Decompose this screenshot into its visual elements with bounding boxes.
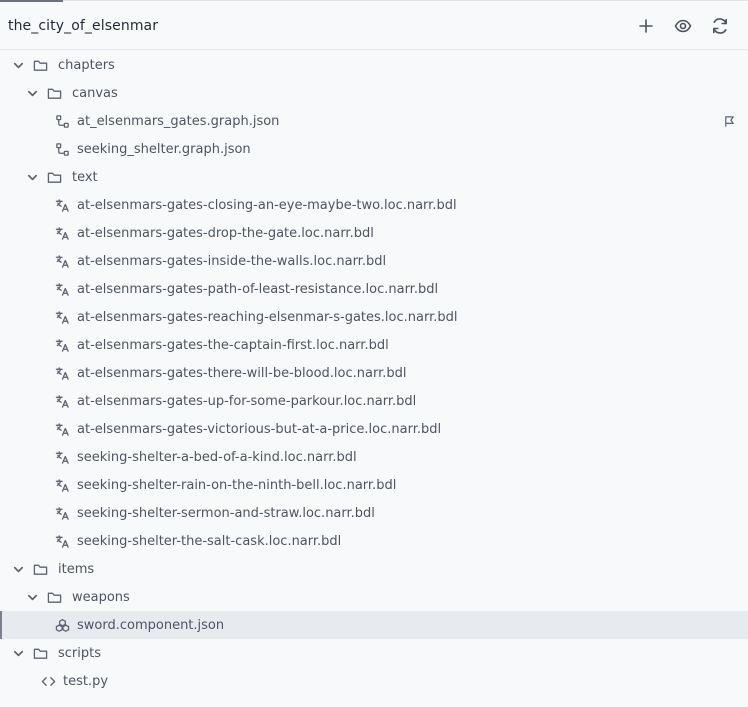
file-row[interactable]: at-elsenmars-gates-drop-the-gate.loc.nar… [0, 219, 748, 247]
chevron-down-icon[interactable] [24, 169, 40, 185]
file-label: at-elsenmars-gates-drop-the-gate.loc.nar… [77, 225, 374, 241]
file-row[interactable]: seeking-shelter-the-salt-cask.loc.narr.b… [0, 527, 748, 555]
translate-icon [54, 449, 70, 465]
file-label: at-elsenmars-gates-reaching-elsenmar-s-g… [77, 309, 458, 325]
file-row[interactable]: at-elsenmars-gates-path-of-least-resista… [0, 275, 748, 303]
folder-icon [46, 85, 62, 101]
translate-icon [54, 421, 70, 437]
file-label: test.py [63, 673, 109, 689]
file-label: seeking-shelter-sermon-and-straw.loc.nar… [77, 505, 375, 521]
file-label: at-elsenmars-gates-path-of-least-resista… [77, 281, 439, 297]
add-button[interactable] [633, 13, 658, 38]
translate-icon [54, 197, 70, 213]
plus-icon [638, 18, 653, 33]
folder-icon [32, 561, 48, 577]
project-title: the_city_of_elsenmar [8, 17, 159, 34]
file-label: at-elsenmars-gates-there-will-be-blood.l… [77, 365, 407, 381]
file-label: seeking-shelter-the-salt-cask.loc.narr.b… [77, 533, 342, 549]
folder-label: text [72, 169, 98, 185]
folder-icon [32, 57, 48, 73]
file-row[interactable]: at-elsenmars-gates-reaching-elsenmar-s-g… [0, 303, 748, 331]
top-border [0, 0, 748, 1]
graph-icon [54, 113, 70, 129]
file-label: at-elsenmars-gates-the-captain-first.loc… [77, 337, 389, 353]
chevron-down-icon[interactable] [24, 85, 40, 101]
translate-icon [54, 393, 70, 409]
chevron-down-icon[interactable] [10, 57, 26, 73]
translate-icon [54, 253, 70, 269]
translate-icon [54, 337, 70, 353]
translate-icon [54, 477, 70, 493]
file-label: at-elsenmars-gates-inside-the-walls.loc.… [77, 253, 387, 269]
file-row[interactable]: at-elsenmars-gates-closing-an-eye-maybe-… [0, 191, 748, 219]
file-label: at-elsenmars-gates-closing-an-eye-maybe-… [77, 197, 457, 213]
folder-icon [32, 645, 48, 661]
file-test-py[interactable]: test.py [0, 667, 748, 695]
file-row[interactable]: at-elsenmars-gates-inside-the-walls.loc.… [0, 247, 748, 275]
translate-icon [54, 281, 70, 297]
translate-icon [54, 309, 70, 325]
file-row[interactable]: seeking-shelter-rain-on-the-ninth-bell.l… [0, 471, 748, 499]
refresh-icon [712, 17, 727, 34]
translate-icon [54, 505, 70, 521]
code-icon [40, 673, 56, 689]
folder-icon [46, 169, 62, 185]
file-tree: chapters canvas at_elsenmars_gates.graph… [0, 51, 748, 695]
file-row[interactable]: at-elsenmars-gates-up-for-some-parkour.l… [0, 387, 748, 415]
chevron-down-icon[interactable] [10, 561, 26, 577]
file-label: seeking-shelter-rain-on-the-ninth-bell.l… [77, 477, 397, 493]
file-sword-component[interactable]: sword.component.json [0, 611, 748, 639]
translate-icon [54, 225, 70, 241]
folder-items[interactable]: items [0, 555, 748, 583]
eye-icon [674, 19, 691, 32]
folder-weapons[interactable]: weapons [0, 583, 748, 611]
run-flag-icon[interactable] [721, 113, 737, 129]
folder-canvas[interactable]: canvas [0, 79, 748, 107]
file-row[interactable]: at-elsenmars-gates-victorious-but-at-a-p… [0, 415, 748, 443]
file-row[interactable]: seeking-shelter-sermon-and-straw.loc.nar… [0, 499, 748, 527]
folder-icon [46, 589, 62, 605]
header-actions [633, 13, 732, 38]
folder-chapters[interactable]: chapters [0, 51, 748, 79]
folder-label: items [58, 561, 95, 577]
file-row[interactable]: at-elsenmars-gates-there-will-be-blood.l… [0, 359, 748, 387]
folder-label: canvas [72, 85, 118, 101]
file-label: seeking_shelter.graph.json [77, 141, 251, 157]
folder-label: scripts [58, 645, 101, 661]
file-label: at-elsenmars-gates-up-for-some-parkour.l… [77, 393, 417, 409]
file-label: at-elsenmars-gates-victorious-but-at-a-p… [77, 421, 442, 437]
file-seeking-shelter-graph[interactable]: seeking_shelter.graph.json [0, 135, 748, 163]
file-row[interactable]: at-elsenmars-gates-the-captain-first.loc… [0, 331, 748, 359]
graph-icon [54, 141, 70, 157]
file-label: at_elsenmars_gates.graph.json [77, 113, 280, 129]
file-row[interactable]: seeking-shelter-a-bed-of-a-kind.loc.narr… [0, 443, 748, 471]
folder-label: weapons [72, 589, 130, 605]
chevron-down-icon[interactable] [24, 589, 40, 605]
chevron-down-icon[interactable] [10, 645, 26, 661]
folder-scripts[interactable]: scripts [0, 639, 748, 667]
file-label: sword.component.json [77, 617, 225, 633]
folder-label: chapters [58, 57, 115, 73]
translate-icon [54, 533, 70, 549]
preview-button[interactable] [670, 13, 695, 38]
file-label: seeking-shelter-a-bed-of-a-kind.loc.narr… [77, 449, 357, 465]
folder-text[interactable]: text [0, 163, 748, 191]
file-at-elsenmars-gates-graph[interactable]: at_elsenmars_gates.graph.json [0, 107, 748, 135]
translate-icon [54, 365, 70, 381]
refresh-button[interactable] [707, 13, 732, 38]
explorer-header: the_city_of_elsenmar [0, 2, 748, 50]
component-icon [54, 617, 70, 633]
